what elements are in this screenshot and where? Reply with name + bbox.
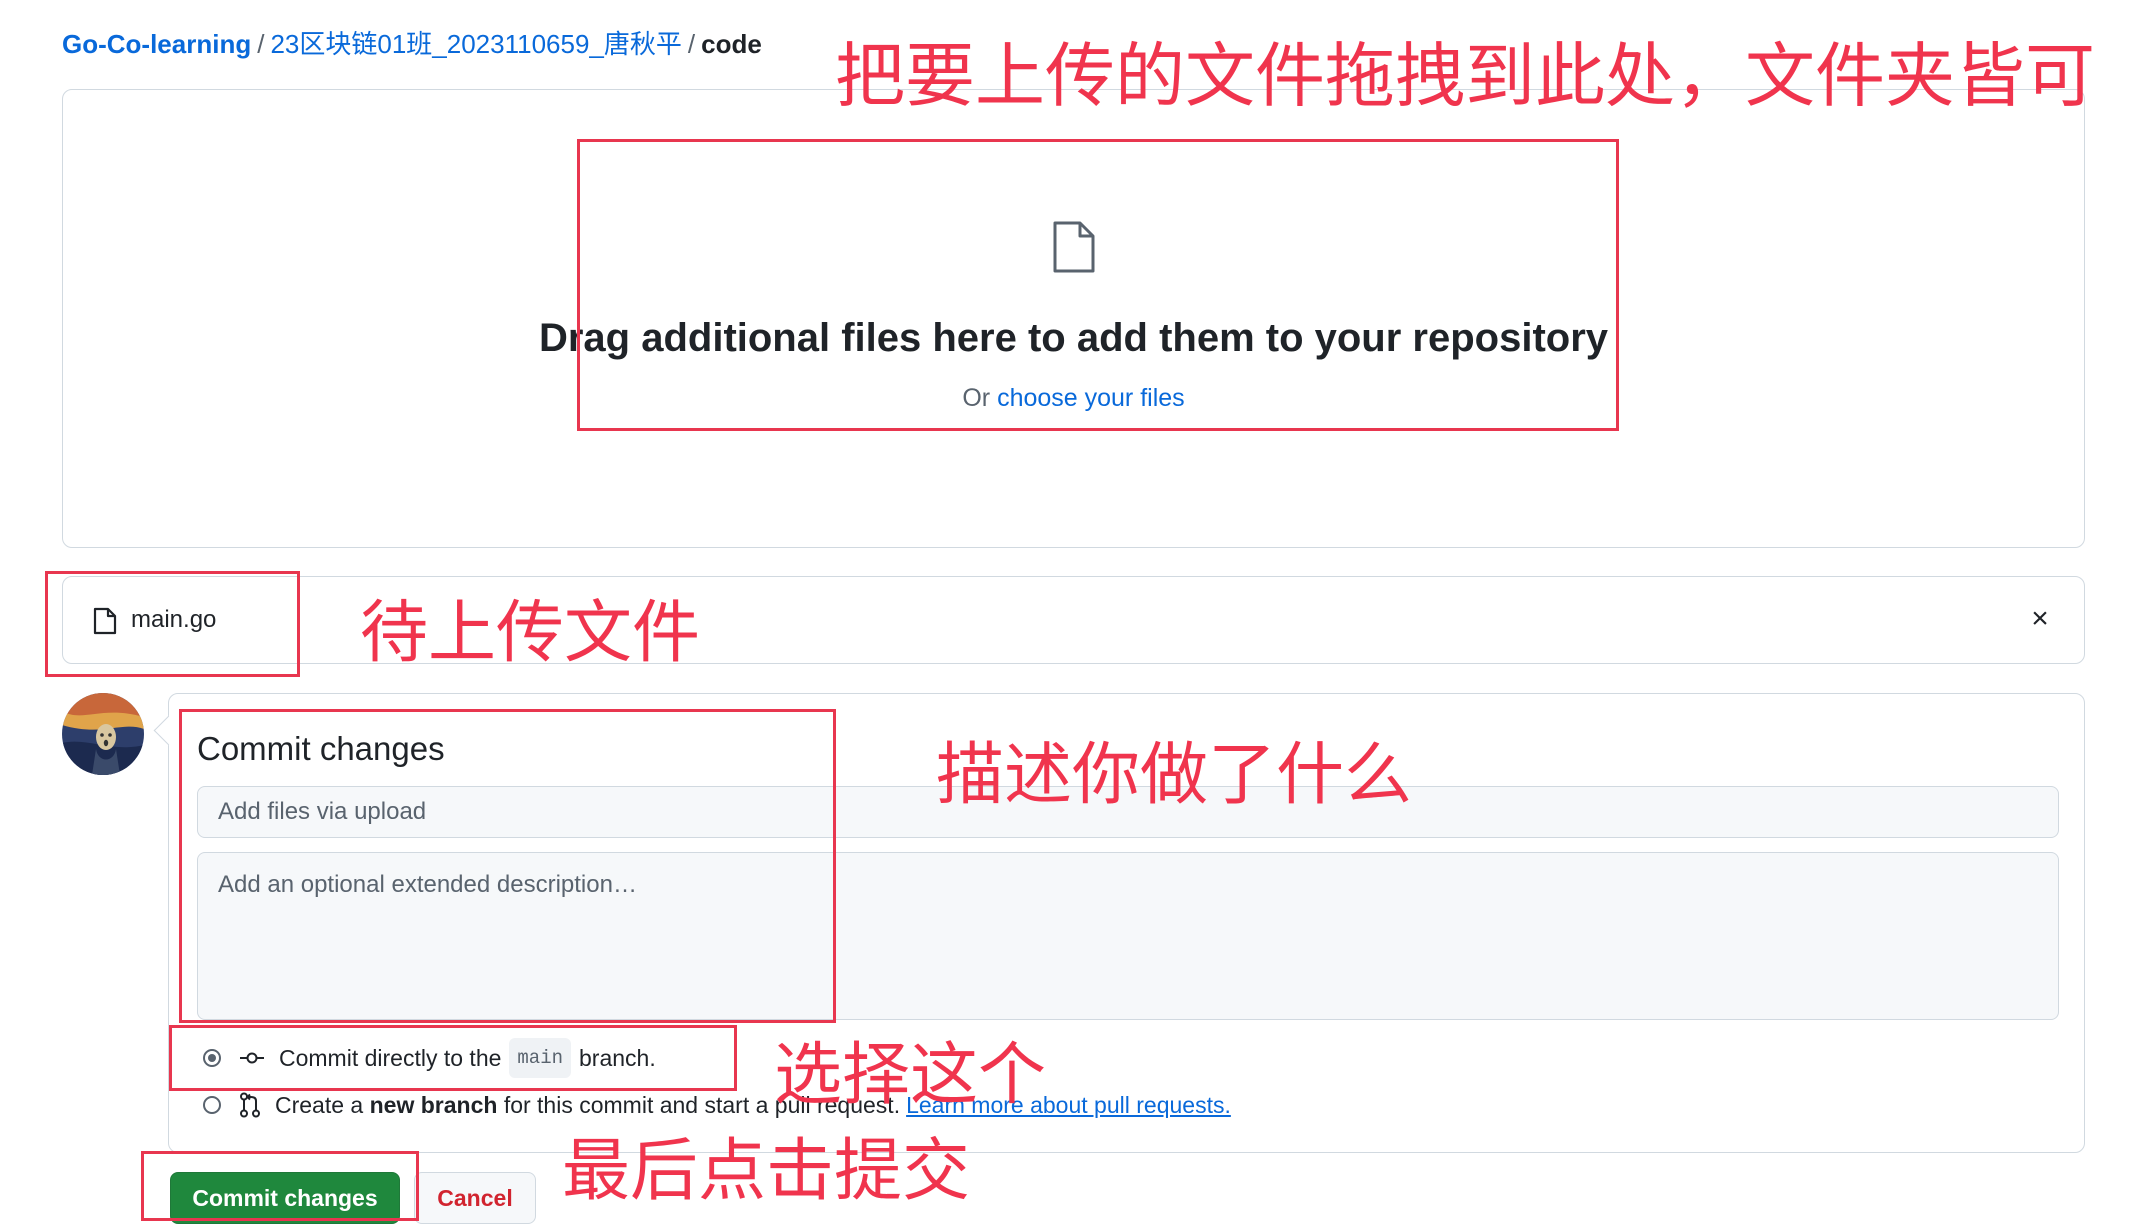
- commit-form: Commit changes Commit directly to the ma…: [153, 693, 2085, 1153]
- commit-direct-option[interactable]: Commit directly to the main branch.: [203, 1038, 656, 1078]
- choose-files-link[interactable]: choose your files: [997, 384, 1185, 412]
- avatar-image: [62, 693, 144, 775]
- commit-summary-input[interactable]: [197, 786, 2059, 838]
- drop-zone-content: Drag additional files here to add them t…: [63, 220, 2084, 415]
- pending-file-name: main.go: [131, 606, 217, 633]
- commit-direct-suffix: branch.: [579, 1045, 656, 1071]
- git-commit-icon: [240, 1052, 264, 1064]
- new-branch-option[interactable]: Create a new branch for this commit and …: [203, 1087, 1231, 1123]
- cancel-button[interactable]: Cancel: [414, 1172, 536, 1224]
- avatar: [62, 693, 144, 775]
- git-pull-request-icon: [240, 1092, 260, 1118]
- drop-zone-subtitle: Or choose your files: [63, 381, 2084, 415]
- remove-file-button[interactable]: ×: [2022, 599, 2058, 639]
- learn-more-pull-requests-link[interactable]: Learn more about pull requests.: [906, 1087, 1231, 1123]
- new-branch-bold: new branch: [369, 1092, 498, 1118]
- file-icon: [93, 607, 117, 635]
- breadcrumb-owner-link[interactable]: Go-Co-learning: [62, 29, 251, 59]
- new-branch-prefix: Create a: [275, 1092, 364, 1118]
- file-icon: [1053, 221, 1094, 273]
- breadcrumb-separator: /: [687, 29, 696, 59]
- commit-direct-radio[interactable]: [203, 1049, 221, 1067]
- commit-title: Commit changes: [197, 730, 445, 767]
- or-text: Or: [962, 384, 991, 412]
- new-branch-radio[interactable]: [203, 1096, 221, 1114]
- comment-caret: [153, 715, 184, 746]
- pending-file-row: main.go ×: [62, 576, 2085, 664]
- breadcrumb-repo-link[interactable]: 23区块链01班_2023110659_唐秋平: [270, 29, 681, 59]
- commit-direct-label: Commit directly to the: [279, 1045, 502, 1071]
- file-drop-zone[interactable]: Drag additional files here to add them t…: [62, 89, 2085, 548]
- commit-changes-button[interactable]: Commit changes: [170, 1172, 400, 1224]
- drop-zone-title: Drag additional files here to add them t…: [538, 316, 1609, 360]
- new-branch-suffix: for this commit and start a pull request…: [503, 1092, 901, 1118]
- breadcrumb: Go-Co-learning/23区块链01班_2023110659_唐秋平 / c…: [62, 26, 762, 62]
- branch-name: main: [509, 1038, 572, 1078]
- breadcrumb-current-folder: code: [701, 29, 762, 59]
- commit-description-input[interactable]: [197, 852, 2059, 1020]
- breadcrumb-separator: /: [257, 29, 265, 59]
